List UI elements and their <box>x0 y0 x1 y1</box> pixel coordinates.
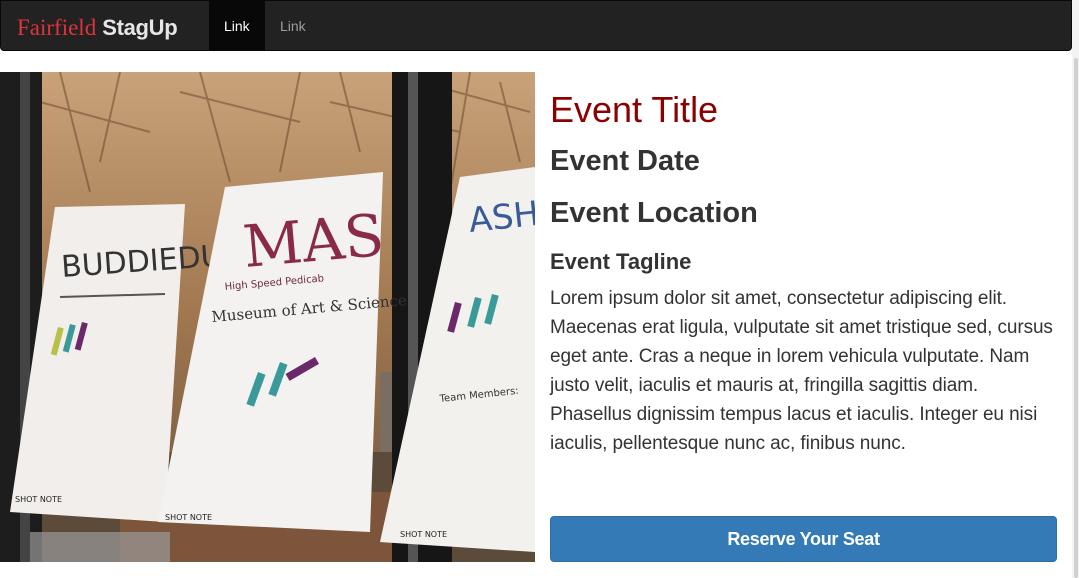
brand-name-fairfield: Fairfield <box>17 15 97 40</box>
top-navbar: Fairfield StagUp Link Link <box>0 0 1072 51</box>
nav-link[interactable]: Link <box>265 1 321 51</box>
event-tagline: Event Tagline <box>550 249 692 274</box>
brand-name-stagup: StagUp <box>102 15 178 40</box>
event-description: Lorem ipsum dolor sit amet, consectetur … <box>550 288 1053 454</box>
event-details: Event Title Event Date Event Location Ev… <box>550 88 1058 458</box>
reserve-seat-button[interactable]: Reserve Your Seat <box>550 516 1057 562</box>
event-photo: BUDDIEDUP SHOT NOTE MAS High Speed Pedic… <box>0 72 535 562</box>
event-date: Event Date <box>550 145 700 177</box>
scrollbar-thumb[interactable] <box>1074 58 1078 578</box>
scrollbar[interactable] <box>1072 0 1079 578</box>
svg-text:SHOT NOTE: SHOT NOTE <box>400 530 447 539</box>
event-location: Event Location <box>550 197 758 229</box>
nav-link-active[interactable]: Link <box>209 1 265 51</box>
svg-text:SHOT NOTE: SHOT NOTE <box>15 495 62 504</box>
svg-text:SHOT NOTE: SHOT NOTE <box>165 513 212 522</box>
brand-logo[interactable]: Fairfield StagUp <box>17 13 178 41</box>
event-title: Event Title <box>550 89 719 130</box>
svg-text:MAS: MAS <box>240 201 386 281</box>
